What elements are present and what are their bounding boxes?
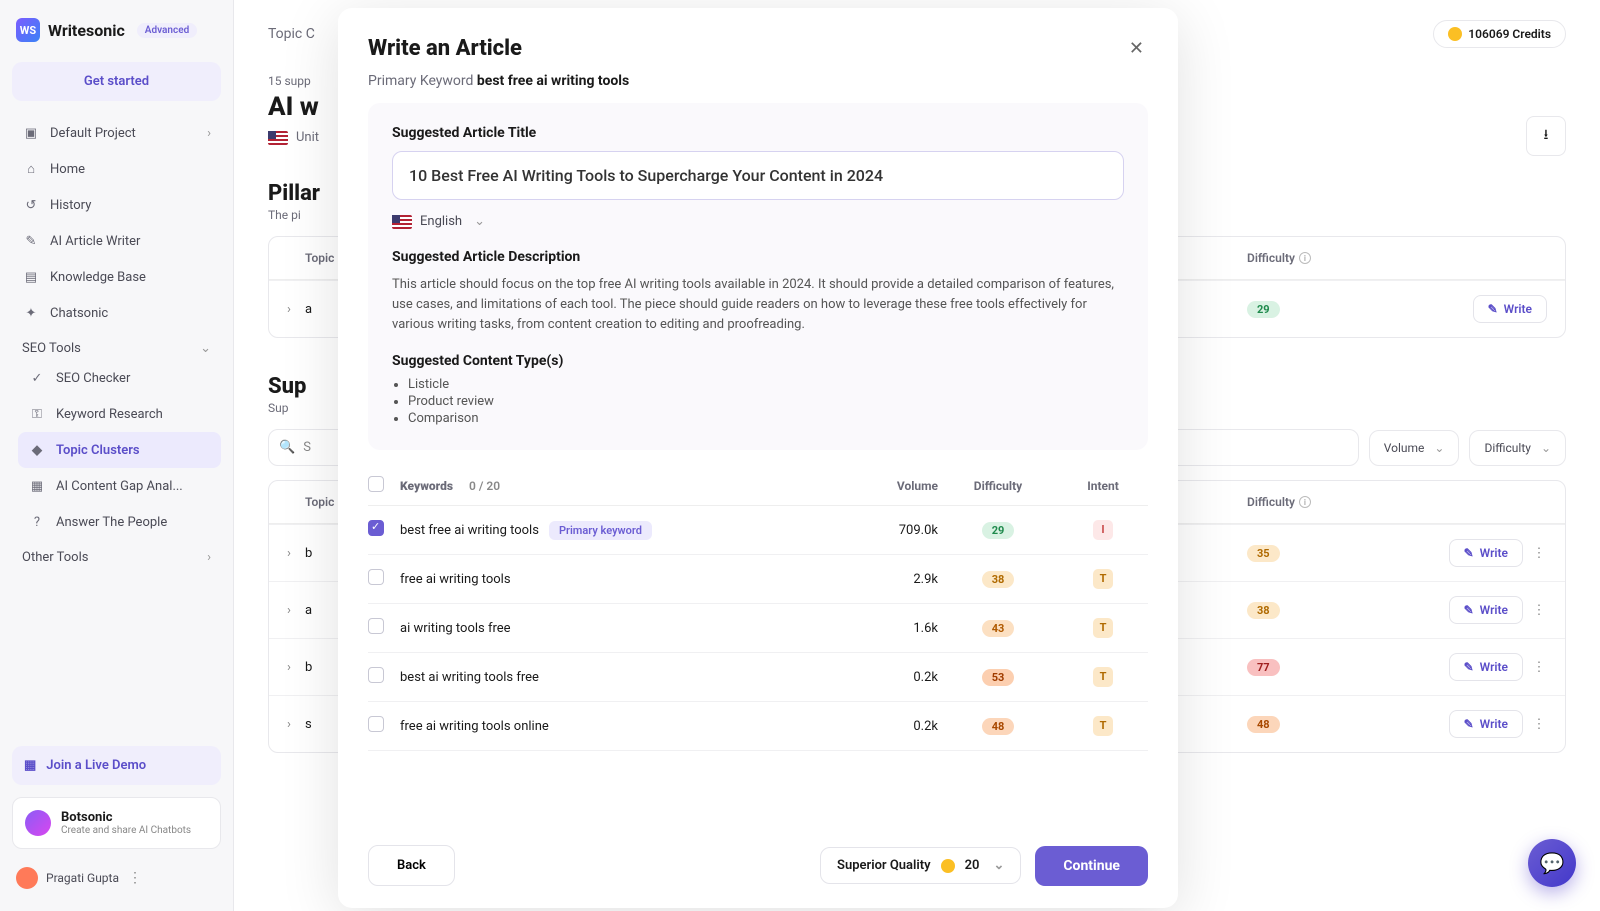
- intent-pill: T: [1093, 716, 1113, 736]
- intent-pill: T: [1093, 618, 1113, 638]
- keyword-term: ai writing tools free: [400, 621, 828, 636]
- keyword-term: free ai writing tools online: [400, 719, 828, 734]
- keyword-volume: 2.9k: [828, 572, 938, 587]
- keyword-row: best free ai writing tools Primary keywo…: [368, 506, 1148, 555]
- keyword-volume: 0.2k: [828, 670, 938, 685]
- modal-title: Write an Article: [368, 36, 522, 61]
- difficulty-pill: 29: [982, 522, 1015, 539]
- write-article-modal: Write an Article ✕ Primary Keyword best …: [338, 8, 1178, 908]
- primary-keyword-row: Primary Keyword best free ai writing too…: [338, 73, 1178, 103]
- language-selector[interactable]: English ⌄: [392, 214, 1124, 229]
- coin-icon: [941, 859, 955, 873]
- keyword-row: free ai writing tools online 0.2k 48 T: [368, 702, 1148, 751]
- keyword-checkbox[interactable]: [368, 569, 384, 585]
- difficulty-pill: 43: [982, 620, 1015, 637]
- suggestion-card: Suggested Article Title English ⌄ Sugges…: [368, 103, 1148, 450]
- desc-label: Suggested Article Description: [392, 249, 1124, 265]
- quality-selector[interactable]: Superior Quality 20 ⌄: [820, 847, 1021, 884]
- checkbox-all[interactable]: [368, 476, 384, 492]
- keyword-row: free ai writing tools 2.9k 38 T: [368, 555, 1148, 604]
- primary-keyword-tag: Primary keyword: [549, 521, 652, 540]
- keyword-term: best ai writing tools free: [400, 670, 828, 685]
- th-volume: Volume: [828, 479, 938, 493]
- difficulty-pill: 48: [982, 718, 1015, 735]
- continue-button[interactable]: Continue: [1035, 846, 1148, 886]
- title-label: Suggested Article Title: [392, 125, 1124, 141]
- keyword-volume: 1.6k: [828, 621, 938, 636]
- difficulty-pill: 38: [982, 571, 1015, 588]
- chevron-down-icon: ⌄: [993, 858, 1004, 873]
- back-button[interactable]: Back: [368, 845, 455, 886]
- difficulty-pill: 53: [982, 669, 1015, 686]
- keyword-checkbox[interactable]: [368, 716, 384, 732]
- content-types-list: Listicle Product review Comparison: [392, 377, 1124, 426]
- keyword-volume: 709.0k: [828, 523, 938, 538]
- keyword-volume: 0.2k: [828, 719, 938, 734]
- content-types-label: Suggested Content Type(s): [392, 353, 1124, 369]
- close-icon[interactable]: ✕: [1125, 34, 1148, 63]
- intent-pill: T: [1093, 667, 1113, 687]
- desc-text: This article should focus on the top fre…: [392, 275, 1124, 335]
- keyword-checkbox[interactable]: [368, 618, 384, 634]
- content-type-item: Comparison: [408, 411, 1124, 426]
- th-intent: Intent: [1058, 479, 1148, 493]
- keyword-row: best ai writing tools free 0.2k 53 T: [368, 653, 1148, 702]
- chat-icon: 💬: [1540, 851, 1565, 875]
- article-title-input[interactable]: [392, 151, 1124, 200]
- keyword-term: free ai writing tools: [400, 572, 828, 587]
- chevron-down-icon: ⌄: [474, 214, 485, 229]
- keyword-table: Keywords0 / 20 Volume Difficulty Intent …: [368, 466, 1148, 827]
- us-flag-icon: [392, 215, 412, 229]
- th-difficulty: Difficulty: [938, 479, 1058, 493]
- intent-pill: T: [1093, 569, 1113, 589]
- chat-fab[interactable]: 💬: [1528, 839, 1576, 887]
- th-keywords: Keywords0 / 20: [400, 479, 828, 493]
- content-type-item: Listicle: [408, 377, 1124, 392]
- keyword-term: best free ai writing tools Primary keywo…: [400, 521, 828, 540]
- intent-pill: I: [1093, 520, 1113, 540]
- content-type-item: Product review: [408, 394, 1124, 409]
- keyword-checkbox[interactable]: [368, 520, 384, 536]
- keyword-row: ai writing tools free 1.6k 43 T: [368, 604, 1148, 653]
- keyword-checkbox[interactable]: [368, 667, 384, 683]
